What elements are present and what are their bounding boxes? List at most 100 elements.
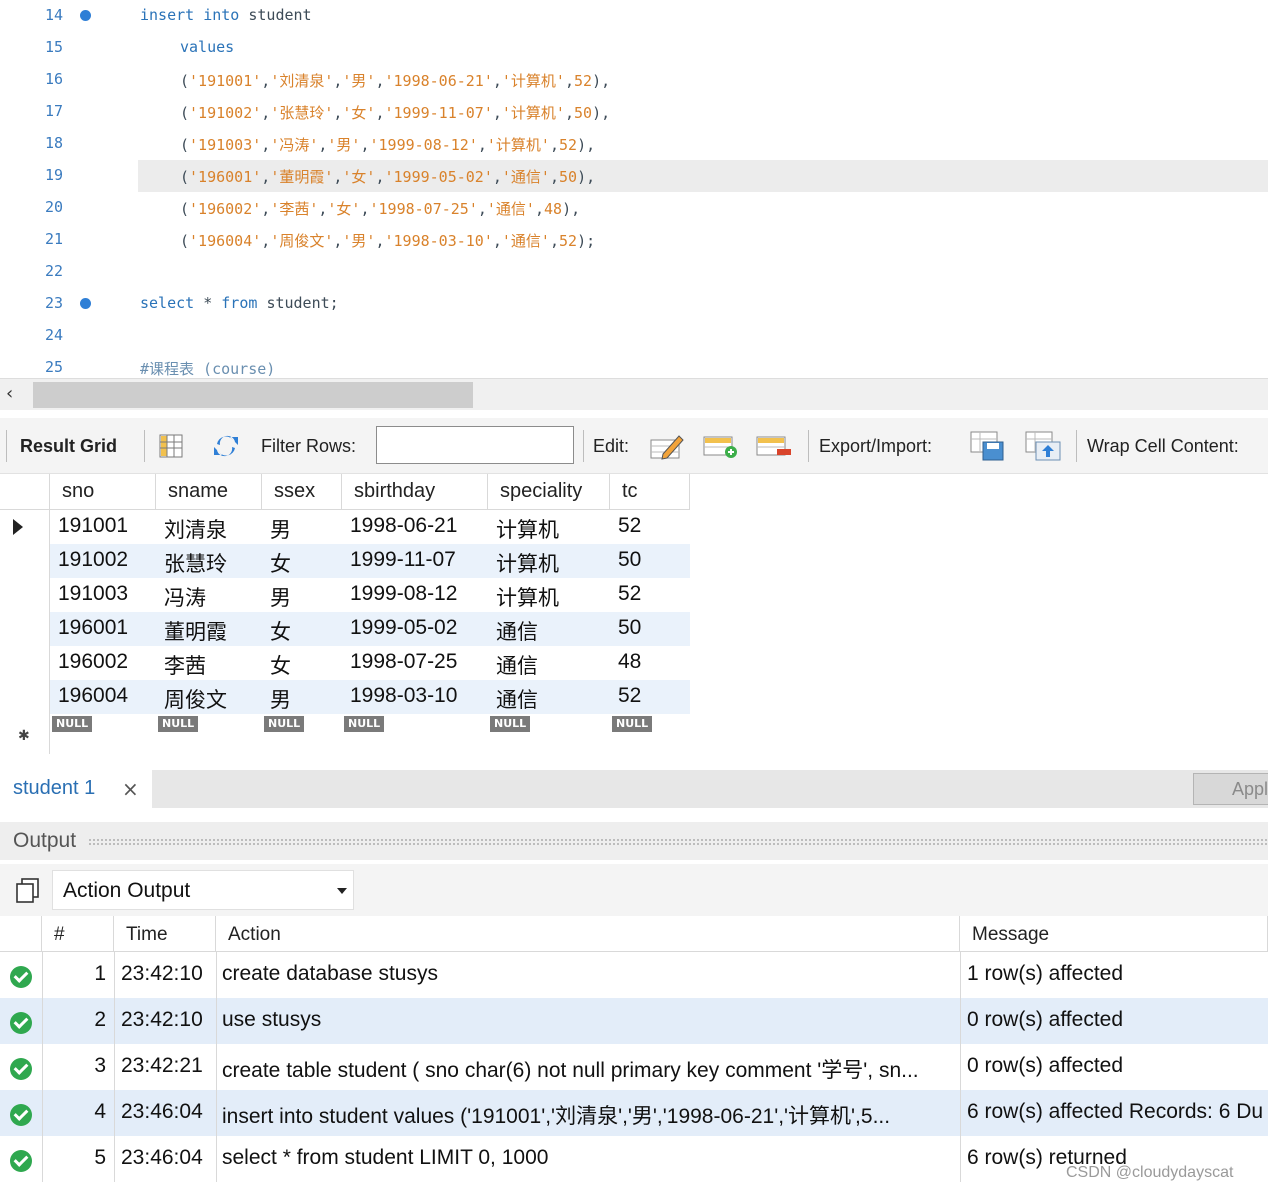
cell-sname[interactable]: 刘清泉 (164, 514, 227, 544)
cell-tc[interactable]: 50 (618, 616, 641, 640)
editor-horizontal-scrollbar[interactable]: ‹ (0, 378, 1268, 410)
cell-tc[interactable]: 50 (618, 548, 641, 572)
cell-ssex[interactable]: 男 (270, 582, 291, 612)
output-row[interactable]: 1 23:42:10 create database stusys 1 row(s) … (0, 952, 1268, 998)
scroll-left-icon[interactable]: ‹ (6, 383, 13, 404)
row-selector[interactable] (0, 510, 50, 544)
cell-sbirthday[interactable]: 1999-08-12 (350, 582, 457, 606)
cell-sname[interactable]: 李茜 (164, 650, 206, 680)
code-line[interactable]: 20 ('196002','李茜','女','1998-07-25','通信',4… (0, 192, 1268, 224)
add-row-icon[interactable] (702, 432, 738, 460)
output-row[interactable]: 2 23:42:10 use stusys 0 row(s) affected (0, 998, 1268, 1044)
code-line[interactable]: 23 select * from student; (0, 288, 1268, 320)
filter-rows-input[interactable] (376, 426, 574, 464)
null-badge[interactable]: NULL (490, 716, 531, 732)
row-selector[interactable] (0, 578, 50, 612)
code-line[interactable]: 18 ('191003','冯涛','男','1999-08-12','计算机',… (0, 128, 1268, 160)
tab-student-1[interactable]: student 1 × (0, 770, 152, 808)
code-line[interactable]: 22 (0, 256, 1268, 288)
cell-ssex[interactable]: 女 (270, 548, 291, 578)
cell-sno[interactable]: 196001 (58, 616, 128, 640)
apply-button[interactable]: Appl (1193, 773, 1268, 805)
cell-tc[interactable]: 52 (618, 514, 641, 538)
import-icon[interactable] (1024, 430, 1062, 462)
cell-speciality[interactable]: 计算机 (496, 548, 559, 578)
null-badge[interactable]: NULL (612, 716, 653, 732)
table-row[interactable]: 196002 李茜 女 1998-07-25 通信 48 (0, 646, 690, 680)
cell-sbirthday[interactable]: 1998-03-10 (350, 684, 457, 708)
cell-sno[interactable]: 191003 (58, 582, 128, 606)
cell-sno[interactable]: 196002 (58, 650, 128, 674)
cell-ssex[interactable]: 男 (270, 684, 291, 714)
delete-row-icon[interactable] (755, 432, 793, 460)
table-row[interactable]: 191003 冯涛 男 1999-08-12 计算机 52 (0, 578, 690, 612)
code-line[interactable]: 15 values (0, 32, 1268, 64)
output-column-header[interactable]: # (42, 916, 114, 952)
copy-icon[interactable] (14, 876, 42, 904)
cell-sbirthday[interactable]: 1999-05-02 (350, 616, 457, 640)
column-header-sname[interactable]: sname (156, 474, 262, 510)
cell-tc[interactable]: 52 (618, 684, 641, 708)
grid-view-icon[interactable] (157, 432, 185, 460)
cell-sbirthday[interactable]: 1998-06-21 (350, 514, 457, 538)
cell-ssex[interactable]: 男 (270, 514, 291, 544)
null-badge[interactable]: NULL (344, 716, 385, 732)
cell-sname[interactable]: 董明霞 (164, 616, 227, 646)
panel-drag-handle[interactable] (88, 838, 1268, 846)
row-selector[interactable] (0, 646, 50, 680)
null-badge[interactable]: NULL (52, 716, 93, 732)
null-badge[interactable]: NULL (264, 716, 305, 732)
output-row[interactable]: 3 23:42:21 create table student ( sno char… (0, 1044, 1268, 1090)
cell-sbirthday[interactable]: 1999-11-07 (350, 548, 456, 572)
cell-sbirthday[interactable]: 1998-07-25 (350, 650, 457, 674)
result-grid-tab[interactable]: Result Grid (20, 436, 117, 457)
table-row[interactable]: 191001 刘清泉 男 1998-06-21 计算机 52 (0, 510, 690, 544)
row-selector[interactable]: ✱ (0, 714, 50, 754)
output-row[interactable]: 4 23:46:04 insert into student values ('19… (0, 1090, 1268, 1136)
row-selector[interactable] (0, 680, 50, 714)
cell-sno[interactable]: 196004 (58, 684, 128, 708)
column-header-ssex[interactable]: ssex (262, 474, 342, 510)
sql-editor[interactable]: 14 insert into student 15 values 16 ('191001'… (0, 0, 1268, 378)
cell-sname[interactable]: 周俊文 (164, 684, 227, 714)
cell-speciality[interactable]: 通信 (496, 650, 538, 680)
column-header-tc[interactable]: tc (610, 474, 690, 510)
cell-speciality[interactable]: 通信 (496, 684, 538, 714)
cell-sno[interactable]: 191002 (58, 548, 128, 572)
output-column-header[interactable]: Message (960, 916, 1268, 952)
edit-pencil-icon[interactable] (649, 432, 685, 460)
cell-ssex[interactable]: 女 (270, 650, 291, 680)
row-selector[interactable] (0, 544, 50, 578)
cell-ssex[interactable]: 女 (270, 616, 291, 646)
table-row[interactable]: 196004 周俊文 男 1998-03-10 通信 52 (0, 680, 690, 714)
code-line[interactable]: 19 ('196001','董明霞','女','1999-05-02','通信',… (0, 160, 1268, 192)
table-row[interactable]: 196001 董明霞 女 1999-05-02 通信 50 (0, 612, 690, 646)
cell-tc[interactable]: 48 (618, 650, 641, 674)
statement-marker-icon[interactable] (80, 298, 91, 309)
scrollbar-thumb[interactable] (33, 382, 473, 408)
output-column-header[interactable]: Action (216, 916, 960, 952)
export-save-icon[interactable] (969, 430, 1007, 462)
new-row[interactable]: ✱ NULL NULL NULL NULL NULL NULL (0, 714, 690, 754)
cell-sname[interactable]: 冯涛 (164, 582, 206, 612)
statement-marker-icon[interactable] (80, 10, 91, 21)
cell-speciality[interactable]: 计算机 (496, 514, 559, 544)
output-column-header[interactable]: Time (114, 916, 216, 952)
code-line[interactable]: 21 ('196004','周俊文','男','1998-03-10','通信',… (0, 224, 1268, 256)
column-header-sbirthday[interactable]: sbirthday (342, 474, 488, 510)
column-header-speciality[interactable]: speciality (488, 474, 610, 510)
code-line[interactable]: 14 insert into student (0, 0, 1268, 32)
cell-speciality[interactable]: 计算机 (496, 582, 559, 612)
table-row[interactable]: 191002 张慧玲 女 1999-11-07 计算机 50 (0, 544, 690, 578)
cell-sname[interactable]: 张慧玲 (164, 548, 227, 578)
code-line[interactable]: 17 ('191002','张慧玲','女','1999-11-07','计算机'… (0, 96, 1268, 128)
code-line[interactable]: 16 ('191001','刘清泉','男','1998-06-21','计算机'… (0, 64, 1268, 96)
cell-sno[interactable]: 191001 (58, 514, 128, 538)
null-badge[interactable]: NULL (158, 716, 199, 732)
column-header-sno[interactable]: sno (50, 474, 156, 510)
refresh-icon[interactable] (212, 432, 240, 460)
code-line[interactable]: 24 (0, 320, 1268, 352)
output-type-select[interactable]: Action Output (52, 870, 354, 910)
row-selector[interactable] (0, 612, 50, 646)
close-icon[interactable]: × (122, 777, 139, 801)
